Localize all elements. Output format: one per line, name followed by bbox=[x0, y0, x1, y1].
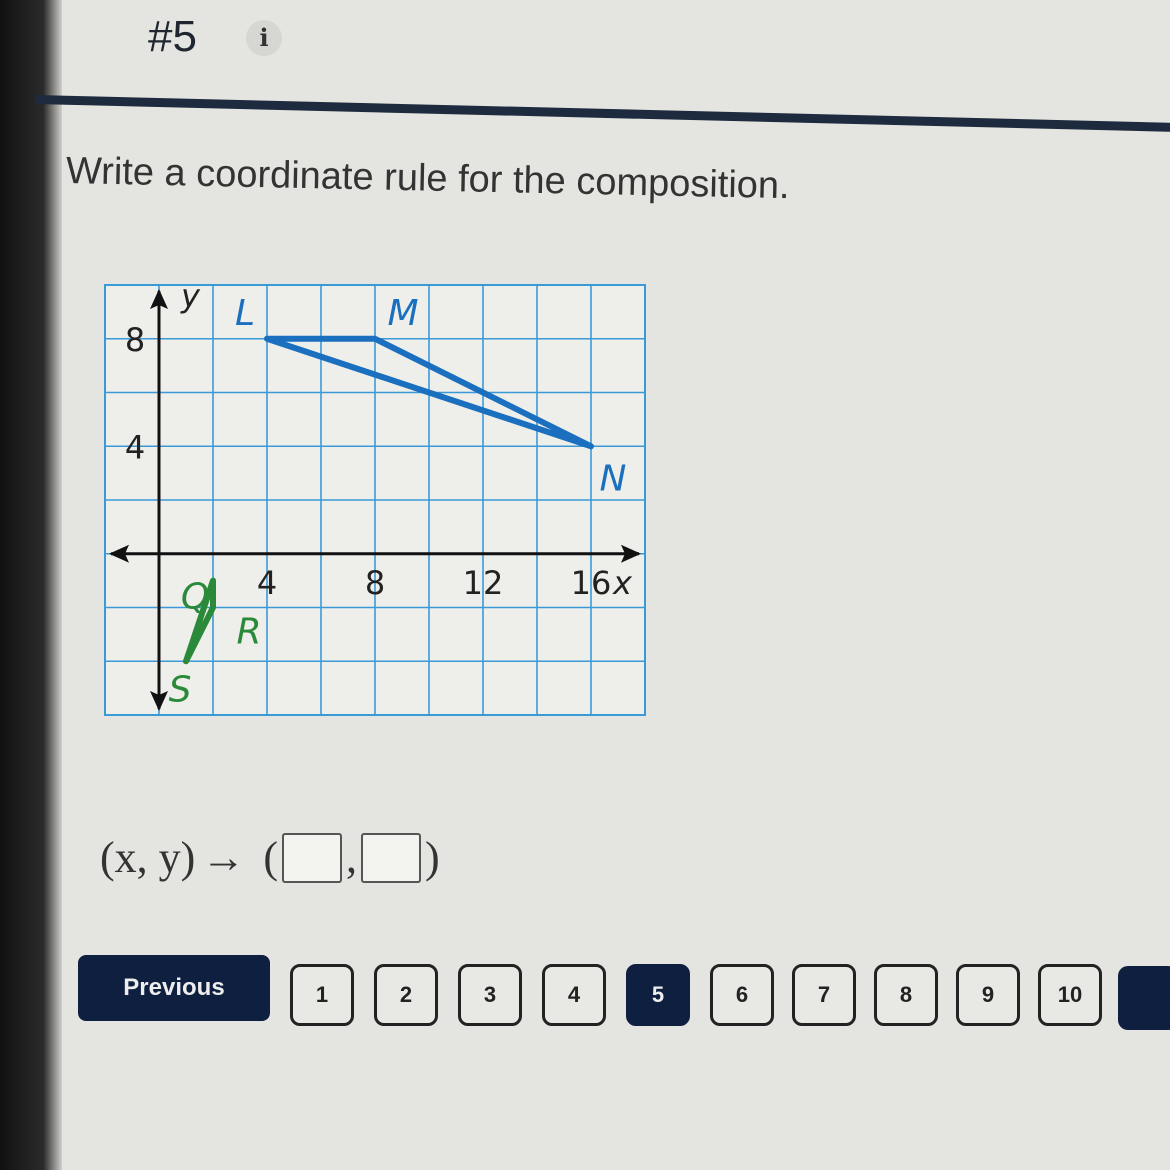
vertex-label-m: M bbox=[387, 293, 418, 334]
vertex-label-s: S bbox=[169, 669, 192, 710]
question-number: #5 bbox=[148, 12, 197, 61]
info-icon[interactable]: i bbox=[246, 20, 282, 56]
next-button[interactable] bbox=[1118, 966, 1170, 1030]
y-tick-label: 4 bbox=[125, 428, 145, 466]
arrow: → bbox=[201, 833, 246, 882]
x-tick-label: 12 bbox=[463, 564, 504, 602]
page-button-4[interactable]: 4 bbox=[542, 964, 606, 1026]
page-button-3[interactable]: 3 bbox=[458, 964, 522, 1026]
page-button-8[interactable]: 8 bbox=[874, 964, 938, 1026]
page-button-2[interactable]: 2 bbox=[374, 964, 438, 1026]
y-input[interactable] bbox=[360, 832, 421, 883]
page-button-5[interactable]: 5 bbox=[626, 964, 690, 1026]
coordinate-graph: 4 8 12 1648yxL MNQRS bbox=[104, 277, 646, 716]
vertex-label-r: R bbox=[236, 612, 261, 653]
rule-lhs: (x, y) bbox=[100, 833, 196, 882]
previous-button[interactable]: Previous bbox=[78, 955, 270, 1021]
page-button-6[interactable]: 6 bbox=[710, 964, 774, 1026]
comma: , bbox=[345, 833, 357, 882]
page-button-7[interactable]: 7 bbox=[792, 964, 856, 1026]
vertex-label-n: N bbox=[600, 458, 627, 499]
vertex-label-q: Q bbox=[181, 577, 209, 618]
question-prompt: Write a coordinate rule for the composit… bbox=[65, 150, 791, 208]
close-paren: ) bbox=[424, 833, 440, 882]
answer-rule: (x, y) → ( , ) bbox=[100, 832, 440, 883]
y-axis-label: y bbox=[180, 277, 201, 315]
x-tick-label: 16 bbox=[571, 564, 612, 602]
screen-bezel bbox=[0, 0, 62, 1170]
x-input[interactable] bbox=[281, 832, 342, 883]
x-axis-label: x bbox=[612, 564, 633, 602]
open-paren: ( bbox=[263, 833, 278, 882]
divider bbox=[34, 95, 1170, 133]
page-button-1[interactable]: 1 bbox=[290, 964, 354, 1026]
page-button-9[interactable]: 9 bbox=[956, 964, 1020, 1026]
x-tick-label: 4 bbox=[257, 564, 277, 602]
vertex-label-l: L bbox=[235, 293, 255, 334]
y-tick-label: 8 bbox=[125, 321, 145, 359]
page-button-10[interactable]: 10 bbox=[1038, 964, 1102, 1026]
x-tick-label: 8 bbox=[365, 564, 385, 602]
